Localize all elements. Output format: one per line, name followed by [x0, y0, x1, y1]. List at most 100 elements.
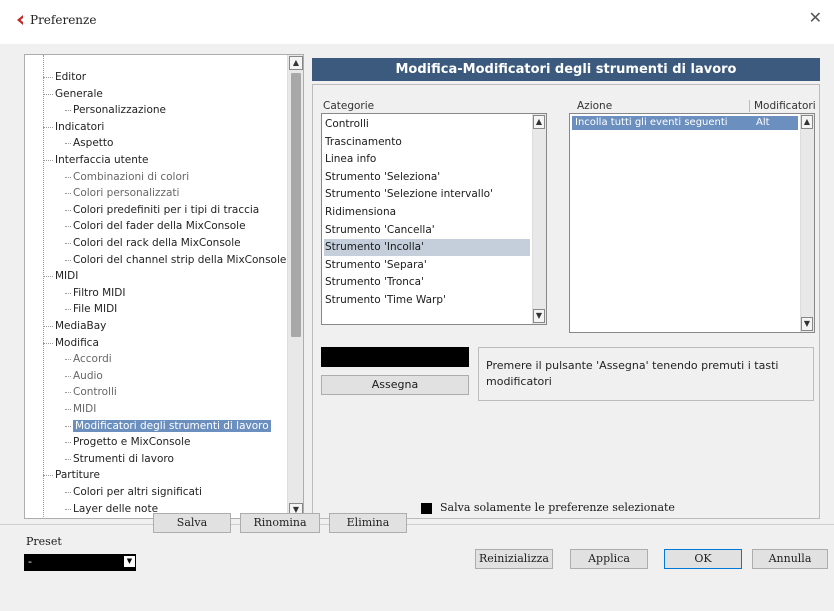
- save-preset-button[interactable]: Salva: [153, 513, 231, 533]
- tree-item[interactable]: Colori personalizzati: [73, 185, 179, 201]
- tree-connector: [65, 110, 71, 112]
- tree-connector: [43, 55, 44, 518]
- tree-connector: [65, 176, 71, 178]
- tree-item-label: Progetto e MixConsole: [73, 436, 191, 449]
- tree-item[interactable]: Partiture: [55, 467, 100, 483]
- scroll-down-icon[interactable]: ▼: [801, 317, 813, 331]
- scroll-up-icon[interactable]: ▲: [801, 115, 813, 129]
- tree-connector: [43, 276, 53, 278]
- tree-item[interactable]: Personalizzazione: [73, 102, 166, 118]
- scroll-down-icon[interactable]: ▼: [533, 309, 545, 323]
- tree-item[interactable]: Aspetto: [73, 135, 113, 151]
- apply-button[interactable]: Applica: [570, 549, 648, 569]
- tree-item[interactable]: File MIDI: [73, 301, 117, 317]
- close-icon[interactable]: ✕: [809, 10, 822, 26]
- reset-button[interactable]: Reinizializza: [475, 549, 553, 569]
- save-selected-checkbox[interactable]: [421, 503, 432, 514]
- tree-item[interactable]: MIDI: [73, 401, 96, 417]
- category-item[interactable]: Linea info: [324, 151, 530, 168]
- tree-item-label: Editor: [55, 71, 87, 83]
- settings-panel: Categorie Controlli Trascinamento Linea in…: [312, 84, 820, 519]
- tree-item[interactable]: Layer delle note: [73, 501, 158, 517]
- tree-item[interactable]: Controlli: [73, 384, 117, 400]
- category-item[interactable]: Strumento 'Separa': [324, 257, 530, 274]
- actions-scrollbar[interactable]: ▲ ▼: [800, 114, 814, 332]
- tree-item[interactable]: Colori predefiniti per i tipi di traccia: [73, 202, 259, 218]
- tree-connector: [65, 392, 71, 394]
- tree-connector: [43, 342, 53, 344]
- tree-item[interactable]: Generale: [55, 86, 103, 102]
- tree-item[interactable]: Interfaccia utente: [55, 152, 148, 168]
- category-item[interactable]: Strumento 'Tronca': [324, 274, 530, 291]
- tree-item[interactable]: Editor: [55, 69, 86, 85]
- tree-item[interactable]: Colori per altri significati: [73, 484, 202, 500]
- save-selected-label: Salva solamente le preferenze selezionat…: [440, 501, 675, 514]
- assign-button[interactable]: Assegna: [321, 375, 469, 395]
- categories-list[interactable]: Controlli Trascinamento Linea info Strument…: [321, 113, 547, 325]
- tree-item-label: Combinazioni di colori: [73, 170, 190, 183]
- scroll-thumb[interactable]: [291, 73, 301, 337]
- tree-connector: [65, 193, 71, 195]
- modifier-key-field[interactable]: [321, 347, 469, 367]
- tree-connector: [65, 492, 71, 493]
- category-item[interactable]: Ridimensiona: [324, 204, 530, 221]
- tree-connector: [43, 475, 53, 477]
- rename-preset-button[interactable]: Rinomina: [240, 513, 320, 533]
- modifier-cell: Alt: [756, 117, 770, 128]
- preset-value: -: [28, 555, 32, 568]
- tree-item[interactable]: Accordi: [73, 351, 112, 367]
- delete-preset-button[interactable]: Elimina: [329, 513, 407, 533]
- tree-item[interactable]: Combinazioni di colori: [73, 169, 189, 185]
- scroll-up-icon[interactable]: ▲: [533, 115, 545, 129]
- tree-item-label: Partiture: [55, 469, 100, 482]
- tree-item-label: Personalizzazione: [73, 104, 166, 117]
- tree-item[interactable]: Progetto e MixConsole: [73, 434, 190, 450]
- tree-item-label: Audio: [73, 369, 103, 382]
- cancel-button[interactable]: Annulla: [752, 549, 828, 569]
- categories-header: Categorie: [323, 100, 375, 112]
- category-item[interactable]: Strumento 'Incolla': [324, 239, 530, 257]
- tree-item[interactable]: Audio: [73, 368, 103, 384]
- tree-connector: [65, 425, 71, 427]
- tree-item-label: Colori predefiniti per i tipi di traccia: [73, 203, 260, 216]
- category-item[interactable]: Trascinamento: [324, 134, 530, 151]
- category-item[interactable]: Strumento 'Seleziona': [324, 169, 530, 186]
- categories-scrollbar[interactable]: ▲ ▼: [532, 114, 546, 324]
- preset-select[interactable]: - ▼: [24, 554, 136, 571]
- tree-connector: [43, 77, 53, 78]
- cubase-logo-icon: [17, 15, 23, 25]
- table-row[interactable]: Incolla tutti gli eventi seguenti Alt: [572, 116, 798, 130]
- modifier-column-header[interactable]: Modificatori: [749, 100, 816, 112]
- tree-item[interactable]: Filtro MIDI: [73, 285, 125, 301]
- tree-item[interactable]: Colori del channel strip della MixConsol…: [73, 252, 286, 268]
- category-item[interactable]: Strumento 'Selezione intervallo': [324, 186, 530, 203]
- tree-item[interactable]: MediaBay: [55, 318, 106, 334]
- tree-item-label: Filtro MIDI: [73, 286, 126, 299]
- tree-item-label: Interfaccia utente: [55, 154, 149, 166]
- category-item[interactable]: Controlli: [324, 116, 530, 133]
- tree-connector: [43, 160, 53, 161]
- tree-item-label: Colori del rack della MixConsole: [73, 237, 241, 249]
- category-item[interactable]: Strumento 'Time Warp': [324, 292, 530, 309]
- chevron-down-icon[interactable]: ▼: [124, 556, 135, 567]
- tree-scrollbar[interactable]: ▲ ▼: [287, 55, 303, 518]
- tree-item[interactable]: Modifica: [55, 335, 99, 351]
- tree-item[interactable]: Colori del rack della MixConsole: [73, 235, 241, 251]
- tree-connector: [65, 259, 71, 261]
- category-item[interactable]: Strumento 'Cancella': [324, 222, 530, 239]
- tree-item-label: File MIDI: [73, 303, 118, 316]
- preferences-tree: Editor Generale Personalizzazione Indicator…: [24, 54, 304, 519]
- scroll-up-icon[interactable]: ▲: [289, 56, 303, 70]
- actions-list[interactable]: Incolla tutti gli eventi seguenti Alt ▲ …: [569, 113, 815, 333]
- tree-item[interactable]: Strumenti di lavoro: [73, 451, 174, 467]
- tree-item[interactable]: MIDI: [55, 268, 78, 284]
- ok-button[interactable]: OK: [664, 549, 742, 569]
- divider: [0, 524, 834, 525]
- action-cell: Incolla tutti gli eventi seguenti: [575, 117, 728, 128]
- tree-item[interactable]: Colori del fader della MixConsole: [73, 218, 246, 234]
- hint-box: Premere il pulsante 'Assegna' tenendo pr…: [478, 347, 814, 401]
- tree-item[interactable]: Modifica: [73, 517, 117, 518]
- tree-item[interactable]: Indicatori: [55, 119, 104, 135]
- tree-item[interactable]: Modificatori degli strumenti di lavoro: [73, 418, 271, 434]
- action-column-header[interactable]: Azione: [577, 100, 612, 112]
